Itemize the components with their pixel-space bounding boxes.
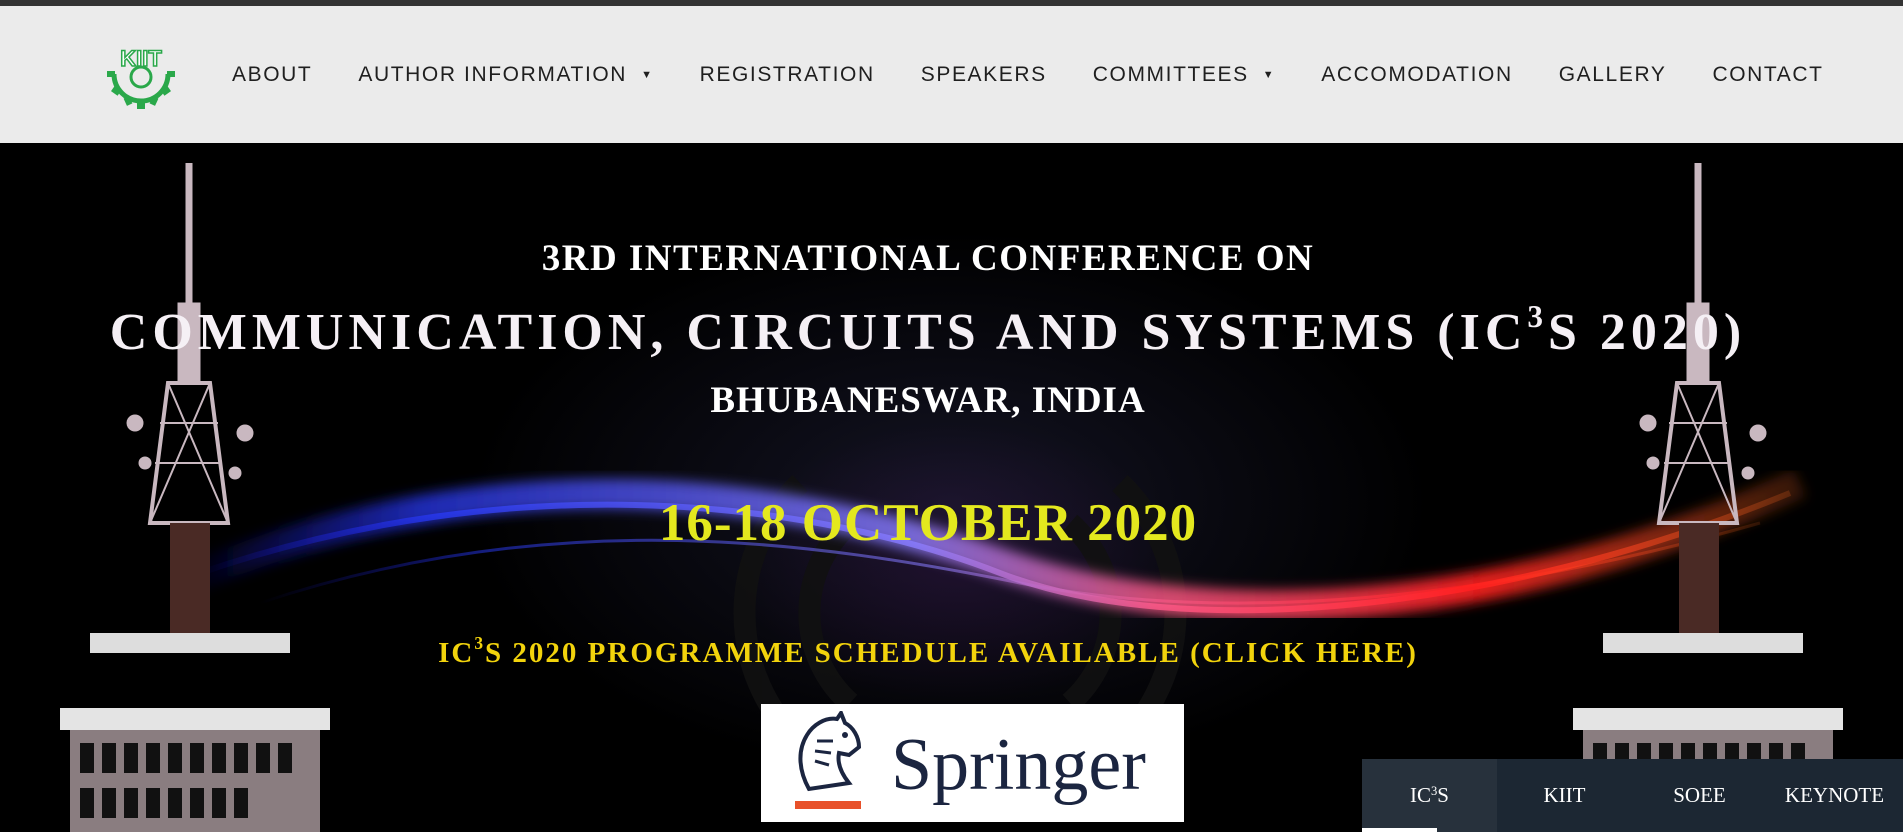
- nav-accomodation[interactable]: ACCOMODATION: [1321, 63, 1512, 87]
- programme-schedule-link[interactable]: IC3S 2020 PROGRAMME SCHEDULE AVAILABLE (…: [0, 633, 1856, 670]
- nav-committees[interactable]: COMMITTEES ▼: [1093, 63, 1276, 87]
- tab-keynote[interactable]: KEYNOTE: [1767, 759, 1902, 832]
- caret-down-icon: ▼: [641, 68, 654, 81]
- nav-contact[interactable]: CONTACT: [1712, 63, 1823, 87]
- kiit-gear-logo[interactable]: KIIT: [102, 44, 180, 116]
- conference-title: COMMUNICATION, CIRCUITS AND SYSTEMS (IC3…: [0, 299, 1856, 362]
- main-navbar: KIIT ABOUT AUTHOR INFORMATION ▼ REGISTRAT…: [0, 6, 1903, 143]
- tab-ic3s-sup: 3: [1431, 784, 1438, 798]
- nav-gallery-label: GALLERY: [1558, 62, 1667, 86]
- nav-registration[interactable]: REGISTRATION: [700, 63, 875, 87]
- tab-ic3s[interactable]: IC 3 S: [1362, 759, 1497, 832]
- conference-title-suffix: S 2020): [1547, 304, 1747, 361]
- nav-author-information-label: AUTHOR INFORMATION: [358, 62, 628, 86]
- nav-about[interactable]: ABOUT: [232, 63, 312, 87]
- nav-speakers-label: SPEAKERS: [920, 62, 1047, 86]
- springer-wordmark: Springer: [891, 723, 1146, 806]
- svg-text:KIIT: KIIT: [120, 46, 162, 71]
- nav-author-information[interactable]: AUTHOR INFORMATION ▼: [358, 63, 653, 87]
- nav-accomodation-label: ACCOMODATION: [1321, 62, 1513, 86]
- nav-registration-label: REGISTRATION: [699, 62, 875, 86]
- conference-title-sup: 3: [1527, 299, 1548, 334]
- nav-gallery[interactable]: GALLERY: [1559, 63, 1667, 87]
- nav-committees-label: COMMITTEES: [1092, 62, 1249, 86]
- nav-contact-label: CONTACT: [1712, 62, 1824, 86]
- schedule-prefix: IC: [438, 637, 475, 669]
- caret-down-icon: ▼: [1262, 68, 1276, 81]
- conference-ordinal-title: 3RD INTERNATIONAL CONFERENCE ON: [541, 238, 1315, 279]
- tab-soee-label: SOEE: [1673, 783, 1726, 807]
- springer-horse-icon: [795, 711, 862, 809]
- tab-keynote-label: KEYNOTE: [1784, 783, 1885, 807]
- nav-speakers[interactable]: SPEAKERS: [921, 63, 1047, 87]
- conference-location: BHUBANESWAR, INDIA: [710, 380, 1146, 421]
- conference-title-prefix: COMMUNICATION, CIRCUITS AND SYSTEMS (IC: [109, 304, 1528, 361]
- springer-logo[interactable]: Springer: [761, 704, 1184, 822]
- tab-kiit-label: KIIT: [1543, 783, 1586, 807]
- hero-banner: 3RD INTERNATIONAL CONFERENCE ON COMMUNIC…: [0, 143, 1903, 832]
- nav-menu: ABOUT AUTHOR INFORMATION ▼ REGISTRATION S…: [232, 6, 1870, 143]
- schedule-suffix: S 2020 PROGRAMME SCHEDULE AVAILABLE (CLI…: [485, 637, 1418, 669]
- bottom-tabs: IC 3 S KIIT SOEE KEYNOTE: [1362, 759, 1903, 832]
- schedule-sup: 3: [474, 633, 486, 653]
- tab-soee[interactable]: SOEE: [1632, 759, 1767, 832]
- tab-ic3s-prefix: IC: [1410, 783, 1431, 807]
- tab-kiit[interactable]: KIIT: [1497, 759, 1632, 832]
- tab-ic3s-suffix: S: [1437, 783, 1449, 807]
- nav-about-label: ABOUT: [232, 62, 313, 86]
- conference-dates: 16-18 OCTOBER 2020: [658, 494, 1198, 552]
